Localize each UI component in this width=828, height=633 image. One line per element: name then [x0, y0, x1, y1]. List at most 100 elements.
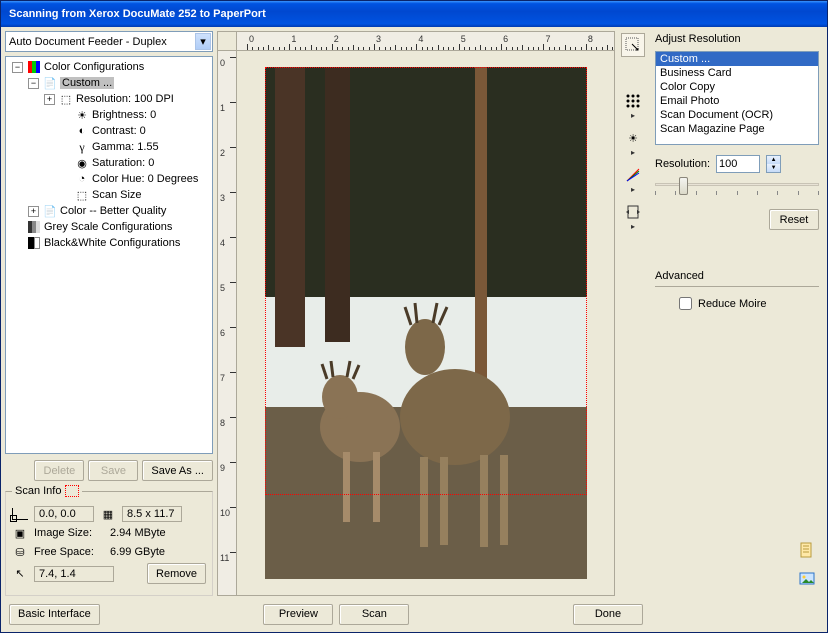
- image-icon: ▣: [12, 525, 28, 541]
- basic-interface-button[interactable]: Basic Interface: [9, 604, 100, 625]
- preset-item[interactable]: Scan Document (OCR): [656, 108, 818, 122]
- tree-label: Color -- Better Quality: [60, 205, 166, 217]
- scan-info-legend: Scan Info: [12, 485, 82, 497]
- tree-saturation[interactable]: ◉ Saturation: 0: [8, 155, 210, 171]
- preview-area[interactable]: [237, 51, 615, 596]
- sun-icon: ☀: [75, 108, 89, 122]
- tree-color-better[interactable]: + 📄 Color -- Better Quality: [8, 203, 210, 219]
- brightness-tool-button[interactable]: ☀: [621, 126, 645, 150]
- chevron-down-icon: ▾: [195, 33, 211, 50]
- remove-button[interactable]: Remove: [147, 563, 206, 584]
- tree-greyscale[interactable]: Grey Scale Configurations: [8, 219, 210, 235]
- tree-label: Saturation: 0: [92, 157, 154, 169]
- reduce-moire-row: Reduce Moire: [655, 297, 819, 310]
- tree-contrast[interactable]: ◐ Contrast: 0: [8, 123, 210, 139]
- freespace-value: 6.99 GByte: [110, 546, 165, 558]
- ruler-vertical: 01234567891011: [217, 51, 237, 596]
- config-icon: 📄: [43, 76, 57, 90]
- tree-hue[interactable]: ◔ Color Hue: 0 Degrees: [8, 171, 210, 187]
- imagesize-value: 2.94 MByte: [110, 527, 166, 539]
- cursor-value: 7.4, 1.4: [34, 566, 114, 582]
- info-freespace: ⛁ Free Space: 6.99 GByte: [12, 544, 206, 560]
- color-icon: [27, 60, 41, 74]
- gallery-button[interactable]: [795, 566, 819, 590]
- collapse-icon[interactable]: −: [28, 78, 39, 89]
- tree-label: Color Configurations: [44, 61, 144, 73]
- info-cursor: ↖ 7.4, 1.4 Remove: [12, 563, 206, 584]
- gamma-icon: [75, 140, 89, 154]
- chevron-right-icon: ▸: [631, 111, 635, 120]
- preset-item[interactable]: Custom ...: [656, 52, 818, 66]
- collapse-icon[interactable]: −: [12, 62, 23, 73]
- tree-label: Resolution: 100 DPI: [76, 93, 174, 105]
- save-button[interactable]: Save: [88, 460, 138, 481]
- size-tool-button[interactable]: [621, 200, 645, 224]
- scan-button[interactable]: Scan: [339, 604, 409, 625]
- origin-icon: [12, 506, 28, 522]
- saturation-icon: ◉: [75, 156, 89, 170]
- greyscale-icon: [27, 220, 41, 234]
- tree-gamma[interactable]: Gamma: 1.55: [8, 139, 210, 155]
- preset-listbox[interactable]: Custom ...Business CardColor CopyEmail P…: [655, 51, 819, 145]
- origin-value: 0.0, 0.0: [34, 506, 94, 522]
- delete-button[interactable]: Delete: [34, 460, 84, 481]
- size-value: 8.5 x 11.7: [122, 506, 182, 522]
- config-tree[interactable]: − Color Configurations − 📄 Custom ... + …: [5, 56, 213, 454]
- tree-label: Custom ...: [60, 77, 114, 89]
- selection-icon: [65, 485, 79, 497]
- right-bottom-tools: [655, 538, 819, 594]
- resolution-label: Resolution:: [655, 158, 710, 170]
- resolution-spinner[interactable]: ▲▼: [766, 155, 781, 173]
- done-button[interactable]: Done: [573, 604, 643, 625]
- tree-custom[interactable]: − 📄 Custom ...: [8, 75, 210, 91]
- preview-button[interactable]: Preview: [263, 604, 333, 625]
- levels-tool-button[interactable]: [621, 163, 645, 187]
- source-dropdown[interactable]: Auto Document Feeder - Duplex ▾: [5, 31, 213, 52]
- size-icon: ▦: [100, 506, 116, 522]
- tree-brightness[interactable]: ☀ Brightness: 0: [8, 107, 210, 123]
- left-column: Auto Document Feeder - Duplex ▾ − Color …: [5, 31, 213, 596]
- reset-button[interactable]: Reset: [769, 209, 819, 230]
- saveas-button[interactable]: Save As ...: [142, 460, 213, 481]
- resolution-slider[interactable]: [655, 179, 819, 203]
- resolution-tool: ▸: [621, 89, 645, 120]
- tree-buttons: Delete Save Save As ...: [5, 460, 213, 481]
- select-tool-button[interactable]: [621, 33, 645, 57]
- chevron-right-icon: ▸: [631, 148, 635, 157]
- tree-label: Brightness: 0: [92, 109, 156, 121]
- imagesize-label: Image Size:: [34, 527, 104, 539]
- tree-resolution[interactable]: + ⬚ Resolution: 100 DPI: [8, 91, 210, 107]
- disk-icon: ⛁: [12, 544, 28, 560]
- spin-up-icon[interactable]: ▲: [767, 156, 780, 164]
- tree-label: Contrast: 0: [92, 125, 146, 137]
- tree-label: Black&White Configurations: [44, 237, 180, 249]
- right-panel: Adjust Resolution Custom ...Business Car…: [651, 31, 823, 596]
- ruler-horizontal: 012345678: [237, 31, 615, 51]
- scan-info-fieldset: Scan Info 0.0, 0.0 ▦ 8.5 x 11.7 ▣ Image …: [5, 485, 213, 596]
- preset-item[interactable]: Email Photo: [656, 94, 818, 108]
- preset-item[interactable]: Business Card: [656, 66, 818, 80]
- body: Auto Document Feeder - Duplex ▾ − Color …: [1, 27, 827, 600]
- tree-label: Scan Size: [92, 189, 142, 201]
- expand-icon[interactable]: +: [28, 206, 39, 217]
- slider-ticks: [655, 191, 819, 197]
- footer: Basic Interface Preview Scan Done: [1, 600, 827, 632]
- preset-item[interactable]: Color Copy: [656, 80, 818, 94]
- tree-color-configs[interactable]: − Color Configurations: [8, 59, 210, 75]
- tree-bw[interactable]: Black&White Configurations: [8, 235, 210, 251]
- resolution-tool-button[interactable]: [621, 89, 645, 113]
- reduce-moire-checkbox[interactable]: [679, 297, 692, 310]
- preview-column: 012345678 01234567891011: [217, 31, 647, 596]
- expand-icon[interactable]: +: [44, 94, 55, 105]
- tree-scansize[interactable]: ⬚ Scan Size: [8, 187, 210, 203]
- spin-down-icon[interactable]: ▼: [767, 164, 780, 172]
- resolution-input[interactable]: [716, 155, 760, 173]
- preview-image: [265, 67, 587, 579]
- advanced-label: Advanced: [655, 270, 819, 282]
- preset-item[interactable]: Scan Magazine Page: [656, 122, 818, 136]
- config-page-button[interactable]: [795, 538, 819, 562]
- tree-label: Color Hue: 0 Degrees: [92, 173, 198, 185]
- titlebar: Scanning from Xerox DocuMate 252 to Pape…: [1, 1, 827, 27]
- scan-info-label: Scan Info: [15, 485, 61, 497]
- preview-wrap: 012345678 01234567891011: [217, 31, 647, 596]
